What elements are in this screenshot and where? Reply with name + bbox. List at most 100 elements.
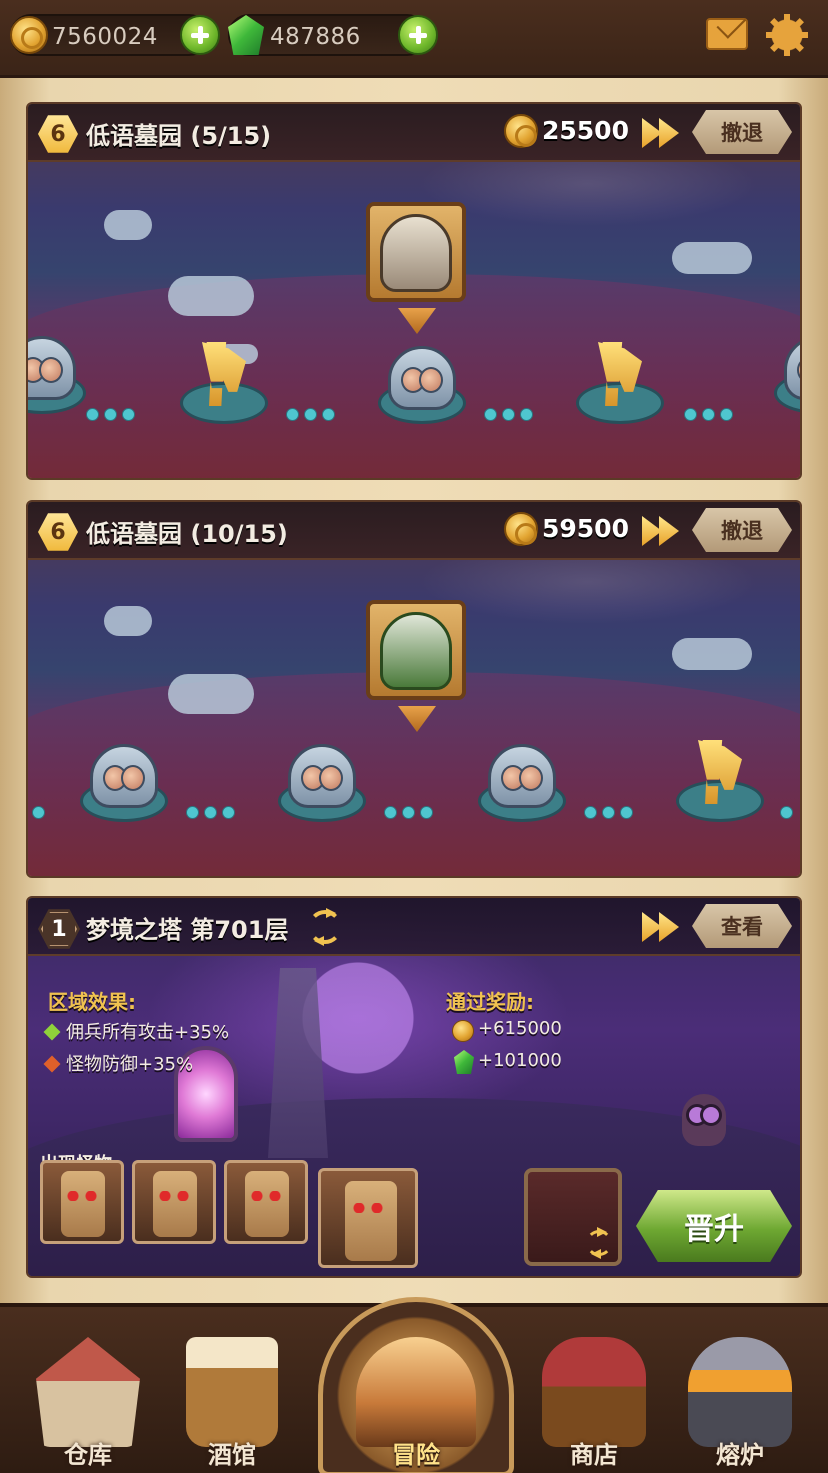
add-gems-button[interactable] bbox=[398, 15, 438, 55]
refresh-icon[interactable] bbox=[586, 1230, 612, 1256]
node-base bbox=[180, 382, 268, 424]
add-coins-button[interactable] bbox=[180, 15, 220, 55]
path-dots bbox=[32, 804, 50, 819]
path-dots bbox=[584, 804, 638, 819]
stage-level-badge: 6 bbox=[38, 513, 78, 551]
node-base bbox=[676, 780, 764, 822]
path-dots bbox=[286, 406, 340, 421]
nav-forge[interactable]: 熔炉 bbox=[670, 1325, 810, 1473]
skull-node[interactable] bbox=[774, 336, 800, 414]
reward-gems: +101000 bbox=[478, 1050, 562, 1071]
skull-icon bbox=[488, 744, 556, 808]
shop-icon bbox=[542, 1337, 646, 1447]
zone-effect-1: 佣兵所有攻击+35% bbox=[66, 1022, 230, 1043]
node-base bbox=[576, 382, 664, 424]
green-gem-icon bbox=[228, 15, 264, 55]
armored-knight-boss[interactable] bbox=[366, 202, 466, 302]
monster-slot[interactable] bbox=[40, 1160, 124, 1244]
monster-slot[interactable] bbox=[132, 1160, 216, 1244]
warehouse-icon bbox=[36, 1337, 140, 1447]
reward-coins: +615000 bbox=[478, 1018, 562, 1039]
coin-icon bbox=[504, 114, 538, 148]
retreat-button[interactable]: 撤退 bbox=[692, 110, 792, 154]
path-dots bbox=[684, 406, 738, 421]
coin-icon bbox=[10, 16, 48, 54]
empty-hero-slot[interactable] bbox=[524, 1168, 622, 1266]
refresh-icon[interactable] bbox=[308, 910, 342, 944]
adventure-icon bbox=[356, 1337, 476, 1447]
nav-label: 商店 bbox=[570, 1441, 618, 1469]
coin-icon bbox=[452, 1020, 474, 1042]
cloud bbox=[104, 210, 152, 240]
gem-amount: 487886 bbox=[270, 24, 361, 50]
event-node[interactable] bbox=[576, 342, 664, 424]
fast-forward-icon[interactable] bbox=[642, 912, 682, 942]
fast-forward-icon[interactable] bbox=[642, 516, 682, 546]
tower-level-badge: 1 bbox=[38, 909, 80, 949]
cloud bbox=[672, 242, 752, 274]
tower-header: 1 梦境之塔 第701层 查看 bbox=[28, 898, 800, 956]
gear-icon[interactable] bbox=[766, 14, 808, 56]
coin-icon bbox=[504, 512, 538, 546]
promote-button[interactable]: 晋升 bbox=[636, 1190, 792, 1262]
retreat-button[interactable]: 撤退 bbox=[692, 508, 792, 552]
clear-rewards-label: 通过奖励: bbox=[446, 990, 534, 1014]
nav-adventure[interactable]: 冒险 bbox=[346, 1325, 486, 1473]
stage-reward: 25500 bbox=[542, 116, 629, 145]
skull-icon bbox=[90, 744, 158, 808]
fast-forward-icon[interactable] bbox=[642, 118, 682, 148]
cloud bbox=[104, 606, 152, 636]
nav-warehouse[interactable]: 仓库 bbox=[18, 1325, 158, 1473]
path-dots bbox=[86, 406, 140, 421]
stage-card-2[interactable]: 6 低语墓园 (10/15) 59500 撤退 bbox=[26, 500, 802, 878]
mail-icon[interactable] bbox=[706, 18, 748, 50]
event-node[interactable] bbox=[180, 342, 268, 424]
path-dots bbox=[186, 804, 240, 819]
tower-title: 梦境之塔 第701层 bbox=[86, 916, 289, 944]
hooded-rogue-boss[interactable] bbox=[366, 600, 466, 700]
owl-icon bbox=[682, 1094, 726, 1146]
skull-icon bbox=[28, 336, 76, 400]
forge-icon bbox=[688, 1337, 792, 1447]
skull-node[interactable] bbox=[80, 744, 168, 822]
boss-portrait bbox=[380, 612, 452, 690]
boss-portrait bbox=[380, 214, 452, 292]
skull-node[interactable] bbox=[28, 336, 86, 414]
nav-label: 酒馆 bbox=[208, 1441, 256, 1469]
zone-effect-2: 怪物防御+35% bbox=[66, 1054, 194, 1075]
skull-node[interactable] bbox=[378, 346, 466, 424]
skull-icon bbox=[388, 346, 456, 410]
cloud bbox=[168, 276, 254, 316]
cloud bbox=[672, 638, 752, 670]
stage-header: 6 低语墓园 (5/15) 25500 撤退 bbox=[28, 104, 800, 162]
nav-tavern[interactable]: 酒馆 bbox=[162, 1325, 302, 1473]
top-resource-bar: 7560024 487886 bbox=[0, 0, 828, 78]
monster-slot[interactable] bbox=[318, 1168, 418, 1268]
coin-amount: 7560024 bbox=[52, 24, 158, 50]
skull-node[interactable] bbox=[278, 744, 366, 822]
path-dots bbox=[384, 804, 438, 819]
nav-label: 熔炉 bbox=[716, 1441, 764, 1469]
stage-title: 低语墓园 (5/15) bbox=[86, 122, 272, 150]
nav-label: 仓库 bbox=[64, 1441, 112, 1469]
skull-icon bbox=[288, 744, 356, 808]
monster-slot[interactable] bbox=[224, 1160, 308, 1244]
nav-shop[interactable]: 商店 bbox=[524, 1325, 664, 1473]
view-button[interactable]: 查看 bbox=[692, 904, 792, 948]
stage-header: 6 低语墓园 (10/15) 59500 撤退 bbox=[28, 502, 800, 560]
skull-icon bbox=[784, 336, 800, 400]
stage-level-badge: 6 bbox=[38, 115, 78, 153]
dream-tower-card[interactable]: 1 梦境之塔 第701层 查看 区域效果: 佣兵所有攻击+35% 怪物防御+35… bbox=[26, 896, 802, 1278]
bottom-navigation: 仓库 酒馆 冒险 商店 熔炉 bbox=[0, 1297, 828, 1473]
path-dots bbox=[484, 406, 538, 421]
zone-effects-label: 区域效果: bbox=[48, 990, 136, 1014]
stage-reward: 59500 bbox=[542, 514, 629, 543]
cloud bbox=[168, 674, 254, 714]
stage-title: 低语墓园 (10/15) bbox=[86, 520, 288, 548]
nav-label: 冒险 bbox=[392, 1441, 440, 1469]
event-node[interactable] bbox=[676, 740, 764, 822]
skull-node[interactable] bbox=[478, 744, 566, 822]
tavern-icon bbox=[186, 1337, 278, 1447]
path-dots bbox=[780, 804, 798, 819]
stage-card-1[interactable]: 6 低语墓园 (5/15) 25500 撤退 bbox=[26, 102, 802, 480]
